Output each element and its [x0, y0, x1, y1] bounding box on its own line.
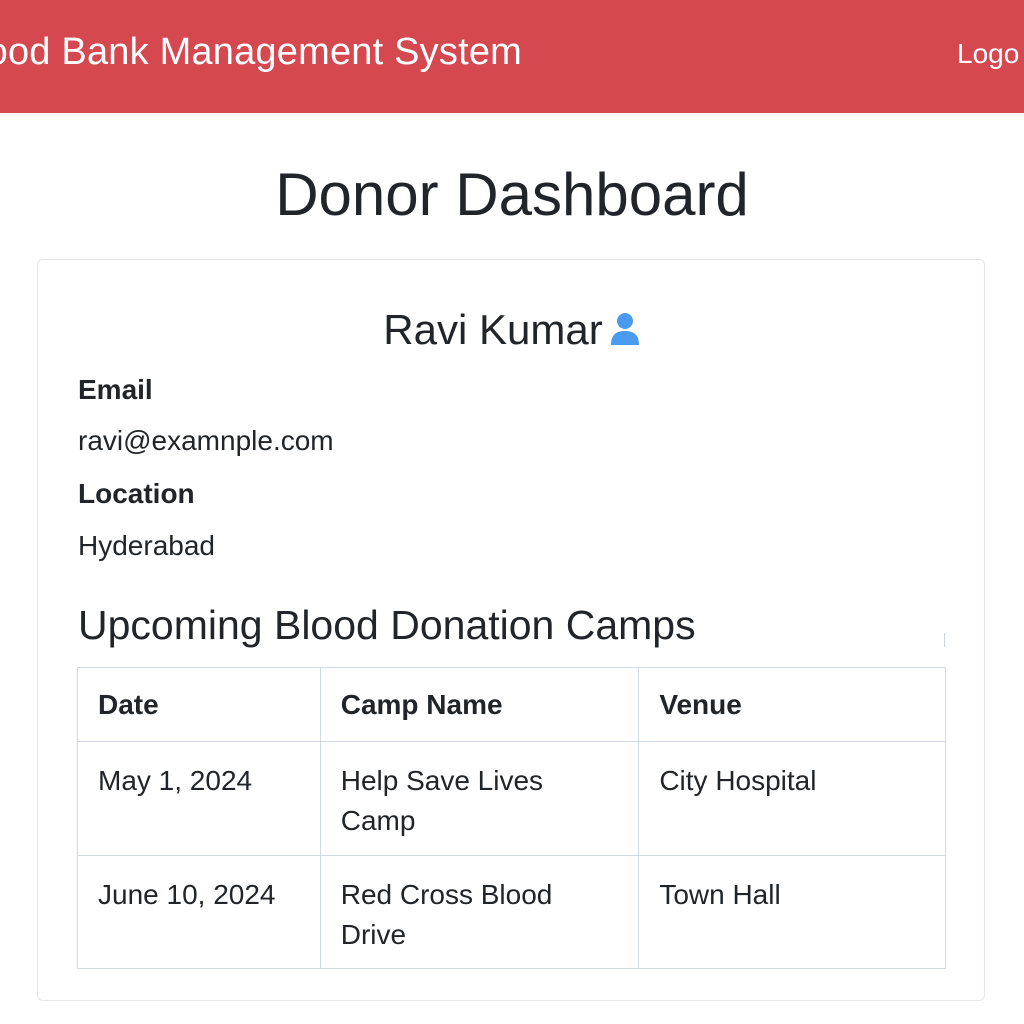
donor-name: Ravi Kumar — [383, 306, 603, 353]
cell-camp-name: Help Save Lives Camp — [319, 741, 640, 856]
top-navbar: lood Bank Management System Logo — [0, 0, 1024, 113]
camps-section-title: Upcoming Blood Donation Camps — [78, 602, 696, 648]
column-header-venue: Venue — [638, 667, 946, 742]
email-label: Email — [78, 374, 153, 405]
user-icon — [609, 308, 641, 345]
page-title: Donor Dashboard — [275, 161, 749, 228]
camps-table: Date Camp Name Venue May 1, 2024 Help Sa… — [77, 667, 946, 969]
logout-link[interactable]: Logo — [957, 38, 1019, 70]
cell-date: May 1, 2024 — [77, 741, 321, 856]
table-row: June 10, 2024 Red Cross Blood Drive Town… — [77, 855, 946, 969]
cell-date: June 10, 2024 — [77, 855, 321, 969]
column-header-camp-name: Camp Name — [319, 667, 640, 742]
email-value: ravi@examnple.com — [78, 425, 334, 456]
donor-name-heading: Ravi Kumar — [0, 306, 1024, 354]
scroll-indicator — [944, 633, 945, 647]
location-value: Hyderabad — [78, 530, 215, 561]
table-header-row: Date Camp Name Venue — [77, 667, 946, 742]
app-brand[interactable]: lood Bank Management System — [0, 31, 522, 74]
location-label: Location — [78, 478, 195, 509]
cell-venue: City Hospital — [638, 741, 946, 856]
cell-venue: Town Hall — [638, 855, 946, 969]
column-header-date: Date — [77, 667, 321, 742]
cell-camp-name: Red Cross Blood Drive — [319, 855, 640, 969]
table-row: May 1, 2024 Help Save Lives Camp City Ho… — [77, 741, 946, 856]
